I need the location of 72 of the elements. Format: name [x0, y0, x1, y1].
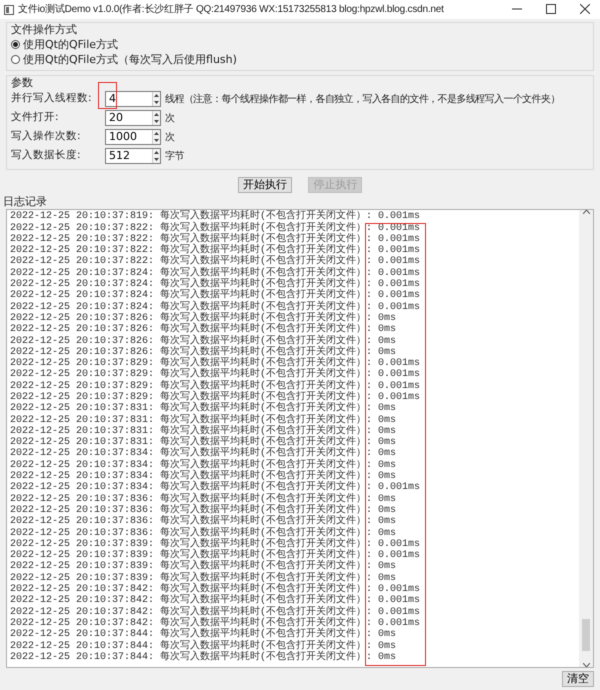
- log-line: 2022-12-25 20:10:37:826: 每次写入数据平均耗时(不包含打开关闭文件）: 0ms: [10, 346, 396, 358]
- log-line: 2022-12-25 20:10:37:842: 每次写入数据平均耗时(不包含打开关闭文件）: 0.001ms: [10, 618, 420, 629]
- log-line: 2022-12-25 20:10:37:826: 每次写入数据平均耗时(不包含打开关闭文件）: 0ms: [10, 324, 396, 336]
- log-line: 2022-12-25 20:10:37:822: 每次写入数据平均耗时(不包含打开关闭文件）: 0.001ms: [10, 234, 420, 245]
- log-line: 2022-12-25 20:10:37:829: 每次写入数据平均耗时(不包含打开关闭文件）: 0.001ms: [10, 369, 420, 380]
- log-line: 2022-12-25 20:10:37:822: 每次写入数据平均耗时(不包含打开关闭文件）: 0.001ms: [10, 222, 420, 234]
- scroll-up-icon[interactable]: [582, 210, 590, 214]
- log-line: 2022-12-25 20:10:37:839: 每次写入数据平均耗时(不包含打开关闭文件）: 0.001ms: [10, 538, 420, 550]
- log-line: 2022-12-25 20:10:37:842: 每次写入数据平均耗时(不包含打开关闭文件）: 0.001ms: [10, 606, 420, 618]
- down-arrow-icon[interactable]: [154, 101, 159, 104]
- log-line: 2022-12-25 20:10:37:836: 每次写入数据平均耗时(不包含打开关闭文件）: 0ms: [10, 504, 396, 516]
- maximize-icon: [546, 4, 556, 14]
- group-title: 文件操作方式: [11, 22, 78, 37]
- spin-box[interactable]: 512: [105, 148, 161, 164]
- log-line: 2022-12-25 20:10:37:829: 每次写入数据平均耗时(不包含打开关闭文件）: 0.001ms: [10, 392, 420, 403]
- number-field[interactable]: 20: [106, 111, 152, 126]
- log-line: 2022-12-25 20:10:37:834: 每次写入数据平均耗时(不包含打开关闭文件）: 0.001ms: [10, 482, 420, 494]
- scrollbar[interactable]: [579, 210, 593, 667]
- group-title: 参数: [11, 76, 34, 90]
- up-arrow-icon[interactable]: [154, 94, 159, 98]
- log-line: 2022-12-25 20:10:37:831: 每次写入数据平均耗时(不包含打开关闭文件）: 0ms: [10, 414, 396, 426]
- field-label: 写入操作次数:: [11, 129, 82, 144]
- log-line: 2022-12-25 20:10:37:824: 每次写入数据平均耗时(不包含打开关闭文件）: 0.001ms: [10, 290, 420, 302]
- log-line: 2022-12-25 20:10:37:844: 每次写入数据平均耗时(不包含打开关闭文件）: 0ms: [10, 640, 396, 652]
- log-line: 2022-12-25 20:10:37:844: 每次写入数据平均耗时(不包含打开关闭文件）: 0ms: [10, 652, 396, 664]
- log-title: 日志记录: [2, 195, 48, 210]
- number-field[interactable]: 512: [106, 149, 152, 164]
- down-arrow-icon[interactable]: [154, 139, 159, 142]
- spin-box[interactable]: 1000: [105, 129, 161, 146]
- clear-button[interactable]: 清空: [562, 671, 594, 687]
- close-icon: [580, 4, 590, 14]
- scroll-down-icon[interactable]: [582, 663, 590, 667]
- log-line: 2022-12-25 20:10:37:826: 每次写入数据平均耗时(不包含打开关闭文件）: 0ms: [10, 336, 396, 347]
- log-line: 2022-12-25 20:10:37:834: 每次写入数据平均耗时(不包含打开关闭文件）: 0ms: [10, 460, 396, 471]
- up-arrow-icon[interactable]: [154, 151, 159, 154]
- spin-box[interactable]: 20: [105, 110, 161, 126]
- up-arrow-icon[interactable]: [154, 113, 159, 116]
- unit-label: 字节: [165, 150, 184, 164]
- log-line: 2022-12-25 20:10:37:824: 每次写入数据平均耗时(不包含打开关闭文件）: 0.001ms: [10, 302, 420, 313]
- log-line: 2022-12-25 20:10:37:836: 每次写入数据平均耗时(不包含打开关闭文件）: 0ms: [10, 494, 396, 505]
- log-line: 2022-12-25 20:10:37:819: 每次写入数据平均耗时(不包含打开关闭文件）: 0.001ms: [10, 211, 420, 222]
- app-icon: [4, 4, 14, 14]
- radio-option[interactable]: 使用Qt的QFile方式: [11, 36, 589, 52]
- field-label: 写入数据长度:: [11, 148, 82, 164]
- down-arrow-icon[interactable]: [154, 158, 159, 162]
- unit-label: 次: [165, 130, 174, 145]
- down-arrow-icon[interactable]: [154, 120, 159, 124]
- log-line: 2022-12-25 20:10:37:836: 每次写入数据平均耗时(不包含打开关闭文件）: 0ms: [10, 528, 396, 539]
- field-label: 文件打开:: [11, 110, 60, 126]
- number-field[interactable]: 1000: [106, 130, 152, 144]
- field-label: 并行写入线程数:: [11, 91, 93, 106]
- log-line: 2022-12-25 20:10:37:831: 每次写入数据平均耗时(不包含打开关闭文件）: 0ms: [10, 426, 396, 437]
- log-line: 2022-12-25 20:10:37:831: 每次写入数据平均耗时(不包含打开关闭文件）: 0ms: [10, 403, 396, 414]
- scroll-thumb[interactable]: [582, 619, 590, 651]
- log-line: 2022-12-25 20:10:37:836: 每次写入数据平均耗时(不包含打开关闭文件）: 0ms: [10, 516, 396, 528]
- log-line: 2022-12-25 20:10:37:826: 每次写入数据平均耗时(不包含打开关闭文件）: 0ms: [10, 312, 396, 324]
- log-line: 2022-12-25 20:10:37:844: 每次写入数据平均耗时(不包含打开关闭文件）: 0ms: [10, 629, 396, 640]
- unit-label: 次: [165, 112, 174, 126]
- radio-option[interactable]: 使用Qt的QFile方式（每次写入后使用flush): [11, 52, 589, 67]
- window-title: 文件io测试Demo v1.0.0(作者:长沙红胖子 QQ:21497936 WX:15173255813 blog:hpzwl.blog.csdn.net: [18, 2, 444, 17]
- log-line: 2022-12-25 20:10:37:839: 每次写入数据平均耗时(不包含打开关闭文件）: 0ms: [10, 561, 396, 572]
- number-field[interactable]: 4: [106, 92, 152, 106]
- log-line: 2022-12-25 20:10:37:829: 每次写入数据平均耗时(不包含打开关闭文件）: 0.001ms: [10, 380, 420, 392]
- up-arrow-icon[interactable]: [154, 132, 159, 136]
- spin-box[interactable]: 4: [105, 91, 161, 108]
- log-line: 2022-12-25 20:10:37:824: 每次写入数据平均耗时(不包含打开关闭文件）: 0.001ms: [10, 268, 420, 279]
- start-button[interactable]: 开始执行: [238, 176, 292, 192]
- log-line: 2022-12-25 20:10:37:839: 每次写入数据平均耗时(不包含打开关闭文件）: 0ms: [10, 572, 396, 584]
- log-line: 2022-12-25 20:10:37:834: 每次写入数据平均耗时(不包含打开关闭文件）: 0ms: [10, 448, 396, 460]
- unit-label: 线程（注意：每个线程操作都一样，各自独立，写入各自的文件，不是多线程写入一个文件夹）: [165, 92, 560, 107]
- log-line: 2022-12-25 20:10:37:842: 每次写入数据平均耗时(不包含打开关闭文件）: 0.001ms: [10, 595, 420, 606]
- log-line: 2022-12-25 20:10:37:822: 每次写入数据平均耗时(不包含打开关闭文件）: 0.001ms: [10, 256, 420, 268]
